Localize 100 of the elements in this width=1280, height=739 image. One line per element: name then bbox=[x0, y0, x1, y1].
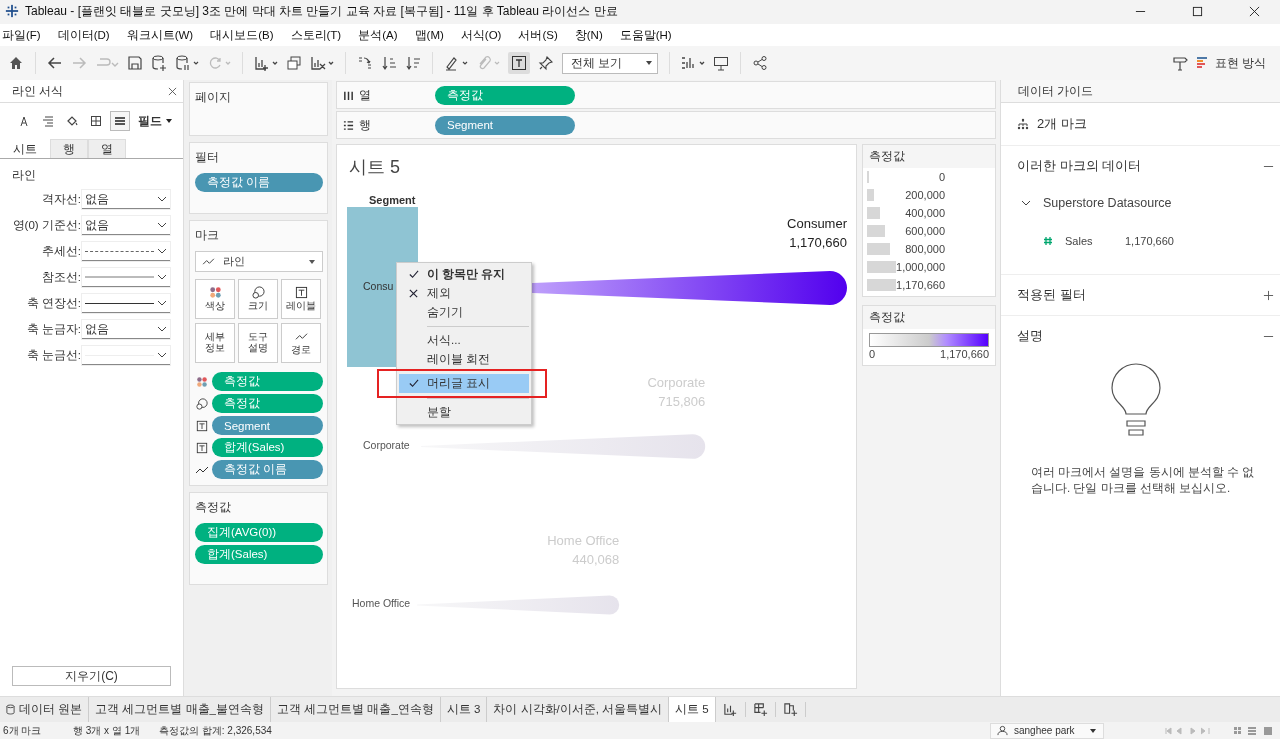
menu-item[interactable]: 분석(A) bbox=[358, 27, 398, 43]
measure-icon bbox=[1043, 236, 1053, 246]
chevron-down-icon bbox=[157, 300, 167, 306]
menu-item[interactable]: 레이블 회전 bbox=[399, 350, 529, 369]
legend-label: 1,170,660 bbox=[896, 279, 945, 291]
size-swatch bbox=[867, 189, 875, 201]
line-mark-icon bbox=[202, 257, 215, 266]
format-tab[interactable]: 행 bbox=[50, 139, 88, 158]
card-title: 마크 bbox=[195, 227, 220, 244]
menu-item[interactable]: 스토리(T) bbox=[290, 27, 342, 43]
cross-icon bbox=[407, 288, 419, 299]
card-title: 페이지 bbox=[195, 89, 232, 106]
pause-datasource-icon[interactable] bbox=[175, 55, 199, 71]
size-swatch bbox=[867, 225, 885, 237]
status-text: 측정값의 합계: 2,326,534 bbox=[159, 723, 272, 738]
section-title: 설명 bbox=[1017, 327, 1043, 345]
sheet-tab[interactable]: 시트 5 bbox=[669, 697, 716, 722]
dropdown-arrow-icon bbox=[1089, 726, 1097, 735]
legend-label: 400,000 bbox=[905, 207, 945, 219]
card-title: 측정값 bbox=[195, 499, 232, 516]
section-title: 적용된 필터 bbox=[1017, 286, 1086, 304]
section-title: 라인 bbox=[11, 167, 37, 184]
share-icon[interactable] bbox=[752, 55, 768, 71]
menu-item[interactable]: 제외 bbox=[399, 284, 529, 303]
section-title: 이러한 마크의 데이터 bbox=[1017, 157, 1142, 175]
legend-label: 1,000,000 bbox=[896, 261, 945, 273]
size-swatch bbox=[867, 279, 897, 291]
mark-property-button[interactable]: 레이블 bbox=[281, 279, 321, 319]
menu-item[interactable]: 머리글 표시 bbox=[399, 374, 529, 393]
user-menu[interactable]: sanghee park bbox=[990, 722, 1104, 739]
mark-property-button[interactable]: 색상 bbox=[195, 279, 235, 319]
menu-item[interactable]: 도움말(H) bbox=[619, 27, 672, 43]
menu-item[interactable]: 서식(O) bbox=[460, 27, 502, 43]
database-icon bbox=[6, 704, 15, 715]
chart-options-icon[interactable] bbox=[681, 55, 705, 71]
new-worksheet-icon[interactable] bbox=[254, 55, 278, 71]
sheet-title: 시트 5 bbox=[349, 156, 400, 179]
mark-type-dropdown[interactable]: 라인 bbox=[195, 251, 323, 272]
text-label-icon bbox=[294, 286, 308, 300]
dropdown-arrow-icon bbox=[308, 257, 316, 266]
menu-item[interactable]: 맵(M) bbox=[414, 27, 444, 43]
menu-item[interactable]: 이 항목만 유지 bbox=[399, 265, 529, 284]
highlighter-icon[interactable] bbox=[444, 55, 468, 71]
row-label[interactable]: Corporate bbox=[363, 438, 410, 451]
legend-label: 800,000 bbox=[905, 243, 945, 255]
legend-label: 0 bbox=[938, 171, 945, 183]
user-icon bbox=[997, 725, 1008, 736]
pin-icon[interactable] bbox=[538, 55, 554, 71]
marks-tree-icon bbox=[1017, 118, 1029, 130]
chevron-down-icon[interactable] bbox=[1021, 200, 1031, 206]
view-grid-icon[interactable] bbox=[1234, 725, 1274, 736]
legend-label: 1,170,660 bbox=[940, 348, 989, 360]
menu-item[interactable]: 파일(F) bbox=[2, 27, 41, 43]
legend-label: 600,000 bbox=[905, 225, 945, 237]
signpost-icon[interactable] bbox=[1171, 55, 1188, 71]
menu-item[interactable]: 워크시트(W) bbox=[126, 27, 194, 43]
clear-sheet-icon[interactable] bbox=[310, 55, 334, 71]
back-arrow-icon[interactable] bbox=[47, 55, 63, 71]
menu-item[interactable]: 분할 bbox=[399, 403, 529, 422]
swap-icon[interactable] bbox=[357, 55, 373, 71]
size-circles-icon bbox=[251, 286, 265, 300]
menu-item[interactable]: 창(N) bbox=[574, 27, 603, 43]
close-icon[interactable] bbox=[168, 86, 177, 96]
mark-property-button[interactable]: 도구 설명 bbox=[238, 323, 278, 363]
size-encoding-icon bbox=[195, 397, 209, 410]
mark-label: Consumer 1,170,660 bbox=[787, 215, 847, 252]
mark-property-button[interactable]: 크기 bbox=[238, 279, 278, 319]
menu-item[interactable]: 서식... bbox=[399, 331, 529, 350]
option-label: 축 눈금자: bbox=[25, 322, 82, 337]
mark-property-button[interactable]: 세부 정보 bbox=[195, 323, 235, 363]
close-icon[interactable] bbox=[1249, 5, 1260, 17]
expand-icon[interactable] bbox=[1263, 289, 1274, 301]
mark-property-button[interactable]: 경로 bbox=[281, 323, 321, 363]
duplicate-icon[interactable] bbox=[286, 55, 302, 71]
add-datasource-icon[interactable] bbox=[151, 55, 167, 71]
maximize-icon[interactable] bbox=[1192, 5, 1203, 17]
chevron-down-icon bbox=[157, 274, 167, 280]
lines-format-icon[interactable] bbox=[110, 111, 130, 131]
row-label[interactable]: Home Office bbox=[352, 597, 411, 609]
show-me-button[interactable]: 표현 방식 bbox=[1195, 54, 1266, 72]
save-icon[interactable] bbox=[127, 55, 143, 71]
home-icon[interactable] bbox=[8, 55, 24, 71]
sort-descending-icon[interactable] bbox=[405, 55, 421, 71]
column-header: Segment bbox=[369, 194, 416, 206]
menu-item[interactable]: 서버(S) bbox=[518, 27, 558, 43]
text-label-icon bbox=[511, 55, 527, 71]
format-tab[interactable]: 열 bbox=[88, 139, 126, 158]
fit-dropdown[interactable]: 전체 보기 bbox=[562, 52, 658, 74]
fields-dropdown[interactable]: 필드 bbox=[138, 112, 173, 130]
row-label[interactable]: Consu bbox=[363, 280, 394, 292]
menu-item[interactable]: 대시보드(B) bbox=[210, 27, 274, 43]
chevron-down-icon bbox=[157, 196, 167, 202]
menu-item[interactable]: 데이터(D) bbox=[57, 27, 110, 43]
sort-ascending-icon[interactable] bbox=[381, 55, 397, 71]
chevron-down-icon bbox=[157, 222, 167, 228]
menu-item[interactable]: 숨기기 bbox=[399, 303, 529, 322]
show-mark-labels-button[interactable] bbox=[508, 52, 530, 74]
presentation-icon[interactable] bbox=[713, 55, 729, 71]
chevron-down-icon bbox=[157, 326, 167, 332]
clear-button[interactable]: 지우기(C) bbox=[12, 666, 171, 686]
